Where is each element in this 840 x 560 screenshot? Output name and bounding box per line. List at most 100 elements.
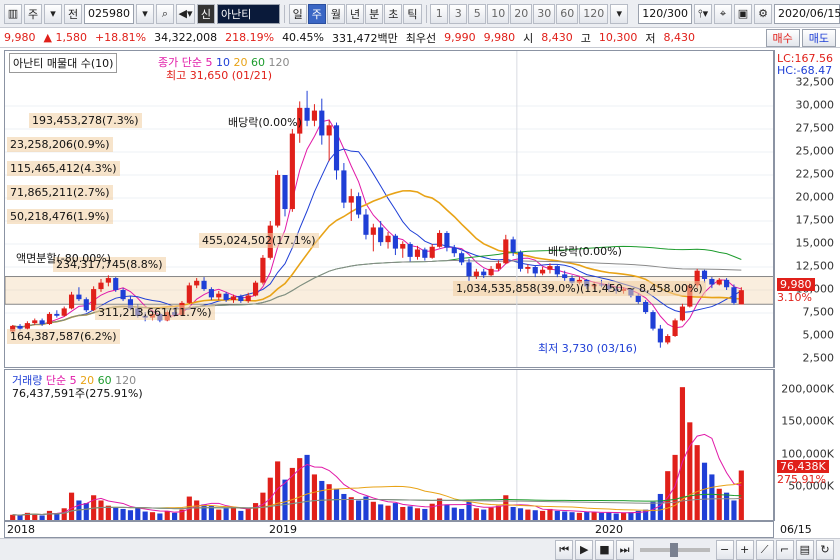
candle-body: [643, 301, 649, 313]
candle-body: [348, 196, 354, 203]
volume-bar: [216, 509, 222, 520]
volume-bar: [378, 504, 384, 520]
volume-profile-label: 1,034,535,858(39.0%)(11,450 ~ 8,458.00%): [453, 281, 706, 296]
volume-bar: [68, 492, 75, 520]
change-percent: +18.81%: [94, 31, 147, 44]
volume-bar: [709, 474, 715, 520]
scroll-last-icon[interactable]: ⏭: [615, 539, 634, 560]
period-tab-4[interactable]: 분: [365, 3, 384, 24]
candle-body: [304, 107, 310, 121]
candle-body: [311, 110, 318, 121]
volume-bar: [370, 501, 376, 520]
zoom-out-icon[interactable]: −: [715, 539, 734, 560]
candle-body: [98, 282, 104, 290]
bottom-bar: ⏮ ▶ ■ ⏭ − + ⟋ ⌐ ▤ ↻: [0, 538, 840, 560]
volume-profile-label: 164,387,587(6.2%): [7, 329, 120, 344]
period-tab-0[interactable]: 일: [288, 3, 307, 24]
market-select[interactable]: 주: [24, 3, 42, 24]
period-tab-2[interactable]: 월: [326, 3, 346, 24]
candle-body: [665, 336, 671, 343]
volume-profile-label: 193,453,278(7.3%): [29, 113, 142, 128]
volume-bar: [127, 510, 134, 520]
volume-bar: [83, 503, 89, 520]
magnet-icon[interactable]: ⌐: [775, 539, 794, 560]
x-label-2020: 2020: [595, 523, 623, 536]
y-tick-label: 7,500: [802, 305, 835, 319]
count-field[interactable]: 120/300: [638, 3, 692, 24]
interval-button-3[interactable]: 10: [487, 3, 510, 24]
volume-bar: [510, 506, 516, 520]
volume-chart-panel[interactable]: 거래량 단순 5 20 60 120 76,437,591주(275.91%): [4, 369, 774, 521]
stock-name-field[interactable]: 아난티: [216, 3, 280, 24]
candle-body: [466, 262, 472, 277]
volume-bar: [584, 511, 590, 520]
price-chart-panel[interactable]: 193,453,278(7.3%) 23,258,206(0.9%) 115,465…: [4, 50, 774, 368]
period-tab-5[interactable]: 초: [384, 3, 403, 24]
reset-icon[interactable]: ↻: [816, 539, 834, 560]
code-dropdown-icon[interactable]: ▾: [136, 3, 154, 24]
interval-button-0[interactable]: 1: [430, 3, 449, 24]
sell-button[interactable]: 매도: [801, 28, 836, 47]
volume-bar: [701, 462, 708, 520]
stop-icon[interactable]: ■: [595, 539, 614, 560]
volume-bar: [731, 500, 737, 520]
volume-ratio: 218.19%: [225, 31, 275, 44]
volume-bar: [61, 508, 67, 520]
draw-tool-icon[interactable]: ⟋: [755, 539, 774, 560]
volume-bar: [598, 512, 605, 520]
volume-bar: [540, 510, 546, 520]
high-annotation: 최고 31,650 (01/21): [166, 69, 273, 82]
candle-body: [201, 280, 207, 290]
candle-body: [738, 290, 744, 305]
y-tick-label: 30,000: [795, 98, 835, 112]
speaker-icon[interactable]: ◀▾: [176, 3, 195, 24]
volume-bar: [363, 496, 369, 520]
search-icon[interactable]: ⌕: [156, 3, 174, 24]
type-select[interactable]: 전: [64, 3, 82, 24]
zoom-slider[interactable]: [639, 542, 710, 557]
period-tab-1[interactable]: 주: [307, 3, 326, 24]
buy-button[interactable]: 매수: [765, 28, 800, 47]
period-tab-3[interactable]: 년: [346, 3, 365, 24]
volume-bar: [282, 479, 288, 520]
menu-icon[interactable]: ▥: [4, 3, 22, 24]
candle-body: [105, 278, 111, 283]
candle-body: [517, 252, 524, 269]
scroll-first-icon[interactable]: ⏮: [555, 539, 574, 560]
interval-dropdown-icon[interactable]: ▾: [610, 3, 629, 24]
play-icon[interactable]: ▶: [575, 539, 594, 560]
settings-icon[interactable]: ⚙: [754, 3, 772, 24]
candle-type-icon[interactable]: ⫯▾: [694, 3, 712, 24]
price-chart[interactable]: [5, 51, 774, 368]
layout-icon[interactable]: ▤: [795, 539, 814, 560]
interval-button-2[interactable]: 5: [468, 3, 487, 24]
volume-percent-tag: 275.91%: [777, 473, 826, 486]
candle-body: [326, 125, 332, 136]
date-field[interactable]: 2020/06/15: [774, 3, 840, 24]
market-dropdown-icon[interactable]: ▾: [44, 3, 62, 24]
interval-button-4[interactable]: 20: [510, 3, 533, 24]
toolbar: ▥ 주 ▾ 전 025980 ▾ ⌕ ◀▾ 신 아난티 일주월년분초틱 1351…: [0, 0, 840, 28]
volume-bar: [223, 508, 229, 520]
current-price-tag: 9,980: [777, 278, 815, 291]
interval-button-6[interactable]: 60: [556, 3, 579, 24]
zoom-handle[interactable]: [669, 542, 678, 557]
period-tab-6[interactable]: 틱: [403, 3, 422, 24]
volume-bar: [407, 506, 413, 520]
interval-button-7[interactable]: 120: [579, 3, 609, 24]
candle-body: [24, 323, 30, 329]
volume-bar: [142, 511, 148, 520]
lock-icon[interactable]: ▣: [734, 3, 752, 24]
volume-bar: [481, 509, 487, 520]
volume-bar: [459, 508, 465, 520]
stock-code-input[interactable]: 025980: [84, 3, 134, 24]
interval-button-5[interactable]: 30: [533, 3, 556, 24]
volume-bar: [400, 506, 406, 520]
interval-button-1[interactable]: 3: [449, 3, 468, 24]
x-label-2019: 2019: [269, 523, 297, 536]
zoom-in-icon[interactable]: +: [735, 539, 754, 560]
crosshair-icon[interactable]: ⌖: [714, 3, 732, 24]
volume-bar: [157, 513, 163, 520]
candle-body: [400, 244, 406, 249]
candle-body: [39, 320, 45, 325]
